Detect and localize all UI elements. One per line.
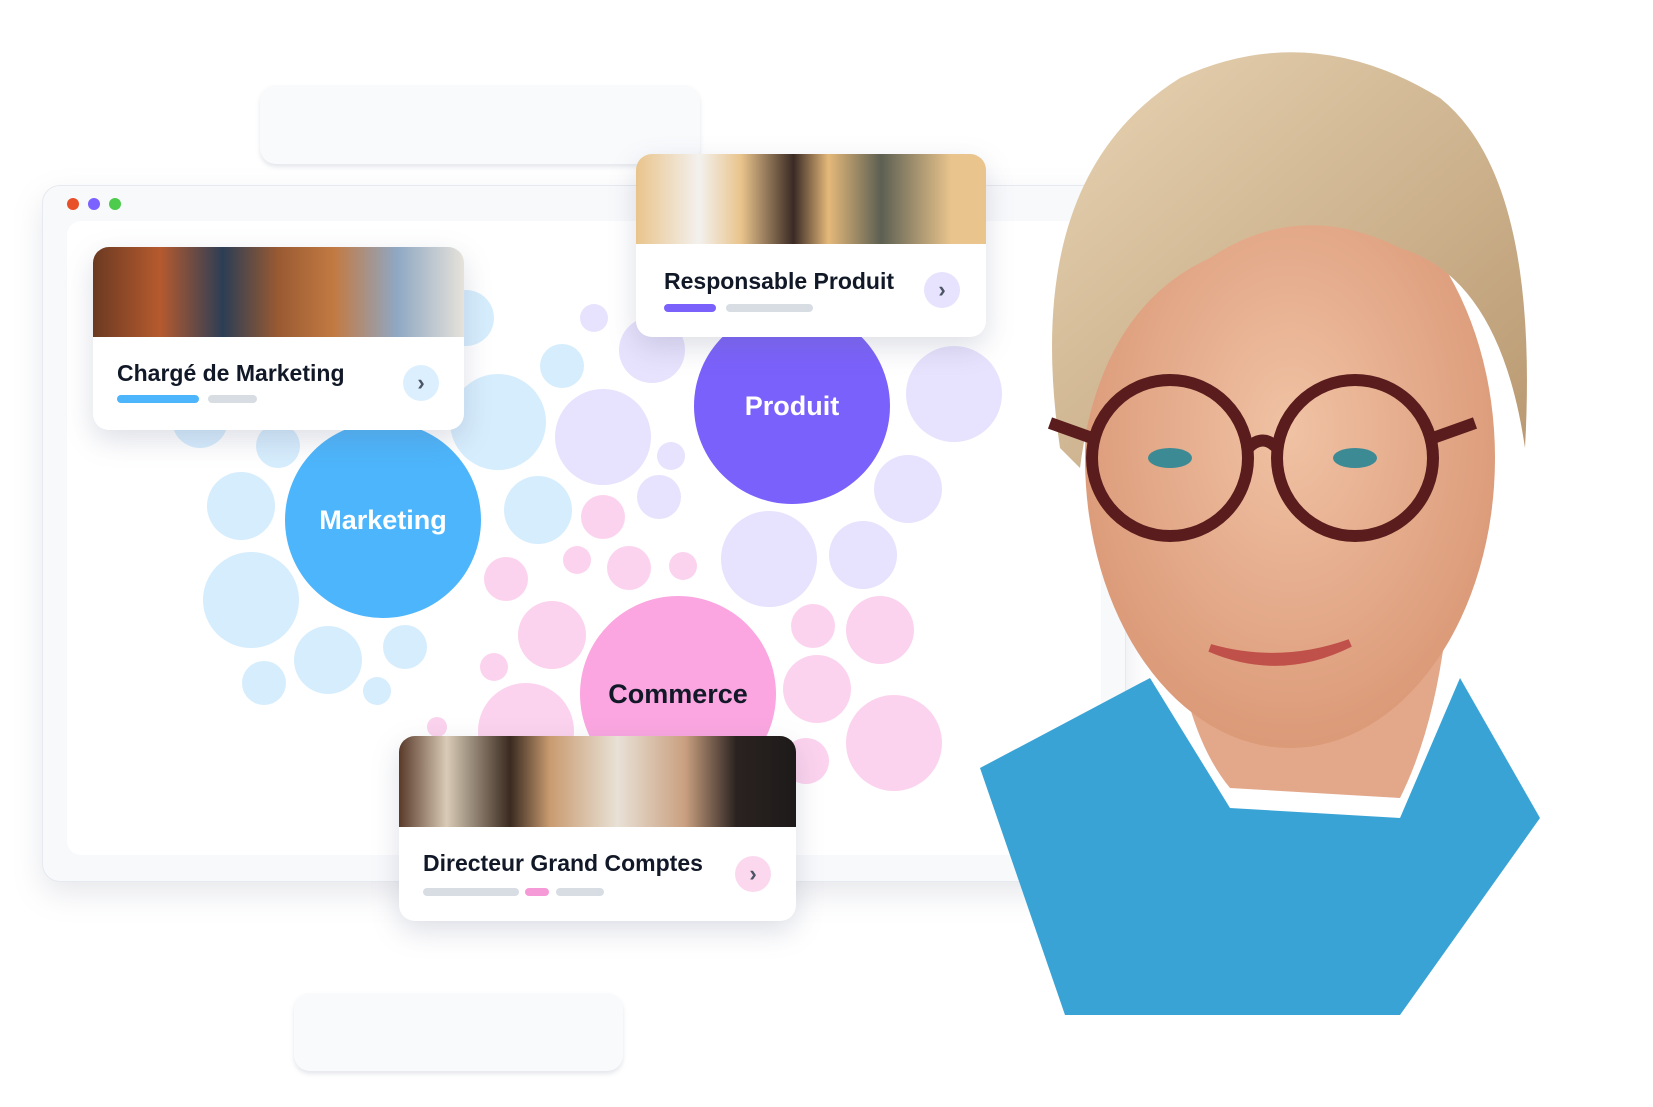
marketing-bubble [294,626,362,694]
progress-bar-inactive [726,304,813,312]
progress-bar-inactive [423,888,519,896]
commerce-bubble [518,601,586,669]
produit-bubble [874,455,942,523]
commerce-bubble [563,546,591,574]
produit-bubble [555,389,651,485]
produit-bubble [829,521,897,589]
cluster-commerce-label: Commerce [608,678,748,709]
commerce-bubble [791,604,835,648]
progress-bar-active [117,395,199,403]
marketing-bubble [504,476,572,544]
job-card-commerce[interactable]: Directeur Grand Comptes › [399,736,796,921]
commerce-bubble [846,596,914,664]
commerce-bubble [480,653,508,681]
produit-bubble [580,304,608,332]
card-title: Chargé de Marketing [117,360,345,386]
progress-bar-inactive [208,395,257,403]
commerce-bubble [484,557,528,601]
chevron-right-icon[interactable]: › [924,272,960,308]
job-card-marketing[interactable]: Chargé de Marketing › [93,247,464,430]
commerce-bubble [581,495,625,539]
team-photo [93,247,464,337]
produit-bubble [637,475,681,519]
produit-bubble [657,442,685,470]
progress-bar-active [664,304,716,312]
marketing-bubble [256,424,300,468]
commerce-bubble [846,695,942,791]
team-photo [399,736,796,827]
marketing-bubble [363,677,391,705]
produit-bubble [721,511,817,607]
commerce-bubble [783,655,851,723]
marketing-bubble [242,661,286,705]
card-title: Directeur Grand Comptes [423,850,703,876]
marketing-bubble [203,552,299,648]
marketing-bubble [383,625,427,669]
team-photo [636,154,986,244]
cluster-marketing-label: Marketing [319,504,447,535]
marketing-bubble [540,344,584,388]
commerce-bubble [607,546,651,590]
marketing-bubble [450,374,546,470]
job-card-produit[interactable]: Responsable Produit › [636,154,986,337]
cluster-produit[interactable]: Produit [694,308,890,504]
chevron-right-icon[interactable]: › [735,856,771,892]
cluster-marketing[interactable]: Marketing [285,422,481,618]
marketing-bubble [207,472,275,540]
commerce-bubble [669,552,697,580]
progress-bar-inactive [556,888,604,896]
progress-bar-active [525,888,549,896]
chevron-right-icon[interactable]: › [403,365,439,401]
woman-portrait-photo [980,52,1540,1015]
card-title: Responsable Produit [664,268,895,294]
cluster-produit-label: Produit [744,390,840,421]
commerce-bubble [427,717,447,737]
